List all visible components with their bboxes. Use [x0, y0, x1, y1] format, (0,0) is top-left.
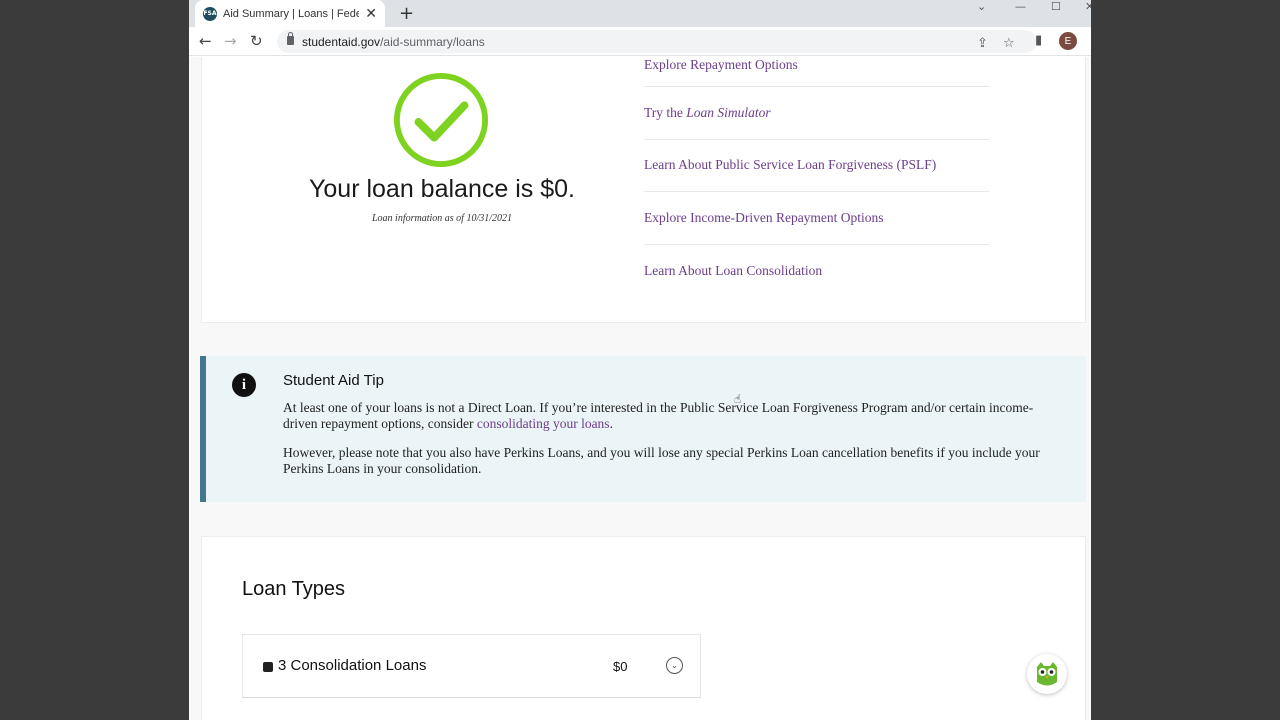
info-icon: i	[232, 373, 256, 397]
bookmark-star-icon[interactable]: ☆	[1003, 36, 1015, 51]
browser-tab[interactable]: FSA Aid Summary | Loans | Federal St ✕	[195, 0, 385, 27]
tab-strip: FSA Aid Summary | Loans | Federal St ✕ +…	[189, 0, 1091, 27]
favicon-icon: FSA	[203, 6, 217, 21]
address-bar[interactable]: studentaid.gov/aid-summary/loans ⇪ ☆	[277, 30, 1037, 53]
close-tab-icon[interactable]: ✕	[365, 6, 377, 22]
owl-chat-icon[interactable]	[1027, 654, 1067, 694]
page-content: Your loan balance is $0. Loan informatio…	[189, 57, 1091, 720]
share-icon[interactable]: ⇪	[977, 36, 988, 51]
link-pslf[interactable]: Learn About Public Service Loan Forgiven…	[644, 140, 989, 192]
link-loan-simulator-name: Loan Simulator	[686, 104, 771, 120]
loan-bullet-icon	[263, 662, 273, 672]
tip-paragraph-2: However, please note that you also have …	[283, 445, 1040, 476]
browser-window: FSA Aid Summary | Loans | Federal St ✕ +…	[189, 0, 1091, 720]
browser-toolbar: ← → ↻ studentaid.gov/aid-summary/loans ⇪…	[189, 27, 1091, 56]
tab-search-icon[interactable]: ⌄	[977, 0, 986, 13]
loan-type-row[interactable]: 3 Consolidation Loans $0 ⌄	[242, 634, 701, 698]
loan-info-date: Loan information as of 10/31/2021	[371, 213, 512, 224]
reload-icon[interactable]: ↻	[250, 32, 263, 50]
lock-icon	[287, 32, 294, 45]
side-panel-icon[interactable]: ▮	[1035, 33, 1042, 48]
repayment-links: Explore Repayment Options Try the Loan S…	[644, 57, 989, 297]
link-loan-consolidation[interactable]: Learn About Loan Consolidation	[644, 245, 989, 298]
back-icon[interactable]: ←	[199, 32, 212, 50]
link-loan-simulator-prefix: Try the	[644, 104, 683, 120]
tip-paragraph-1: At least one of your loans is not a Dire…	[283, 400, 1034, 431]
maximize-icon[interactable]: ☐	[1051, 0, 1061, 13]
forward-icon[interactable]: →	[224, 32, 237, 50]
minimize-icon[interactable]: —	[1015, 0, 1026, 13]
loan-type-name: 3 Consolidation Loans	[278, 657, 427, 674]
chevron-down-icon[interactable]: ⌄	[666, 657, 683, 674]
link-explore-repayment[interactable]: Explore Repayment Options	[644, 57, 989, 87]
new-tab-icon[interactable]: +	[399, 3, 414, 24]
close-window-icon[interactable]: ✕	[1085, 0, 1091, 13]
loan-summary-card: Your loan balance is $0. Loan informatio…	[201, 57, 1086, 323]
loan-balance-heading: Your loan balance is $0.	[309, 175, 575, 203]
loan-types-heading: Loan Types	[242, 578, 346, 600]
checkmark-icon	[393, 72, 489, 168]
consolidating-loans-link[interactable]: consolidating your loans	[477, 416, 610, 431]
profile-avatar[interactable]: E	[1059, 32, 1077, 50]
url-text: studentaid.gov/aid-summary/loans	[302, 35, 485, 49]
tip-title: Student Aid Tip	[283, 372, 384, 389]
tab-title: Aid Summary | Loans | Federal St	[223, 7, 360, 20]
student-aid-tip: i Student Aid Tip At least one of your l…	[200, 356, 1086, 502]
loan-types-card: Loan Types 3 Consolidation Loans $0 ⌄	[201, 536, 1086, 720]
link-income-driven[interactable]: Explore Income-Driven Repayment Options	[644, 192, 989, 245]
loan-type-amount: $0	[613, 659, 628, 674]
pointer-cursor-icon: ☝	[734, 392, 742, 406]
link-loan-simulator[interactable]: Try the Loan Simulator	[644, 87, 989, 140]
